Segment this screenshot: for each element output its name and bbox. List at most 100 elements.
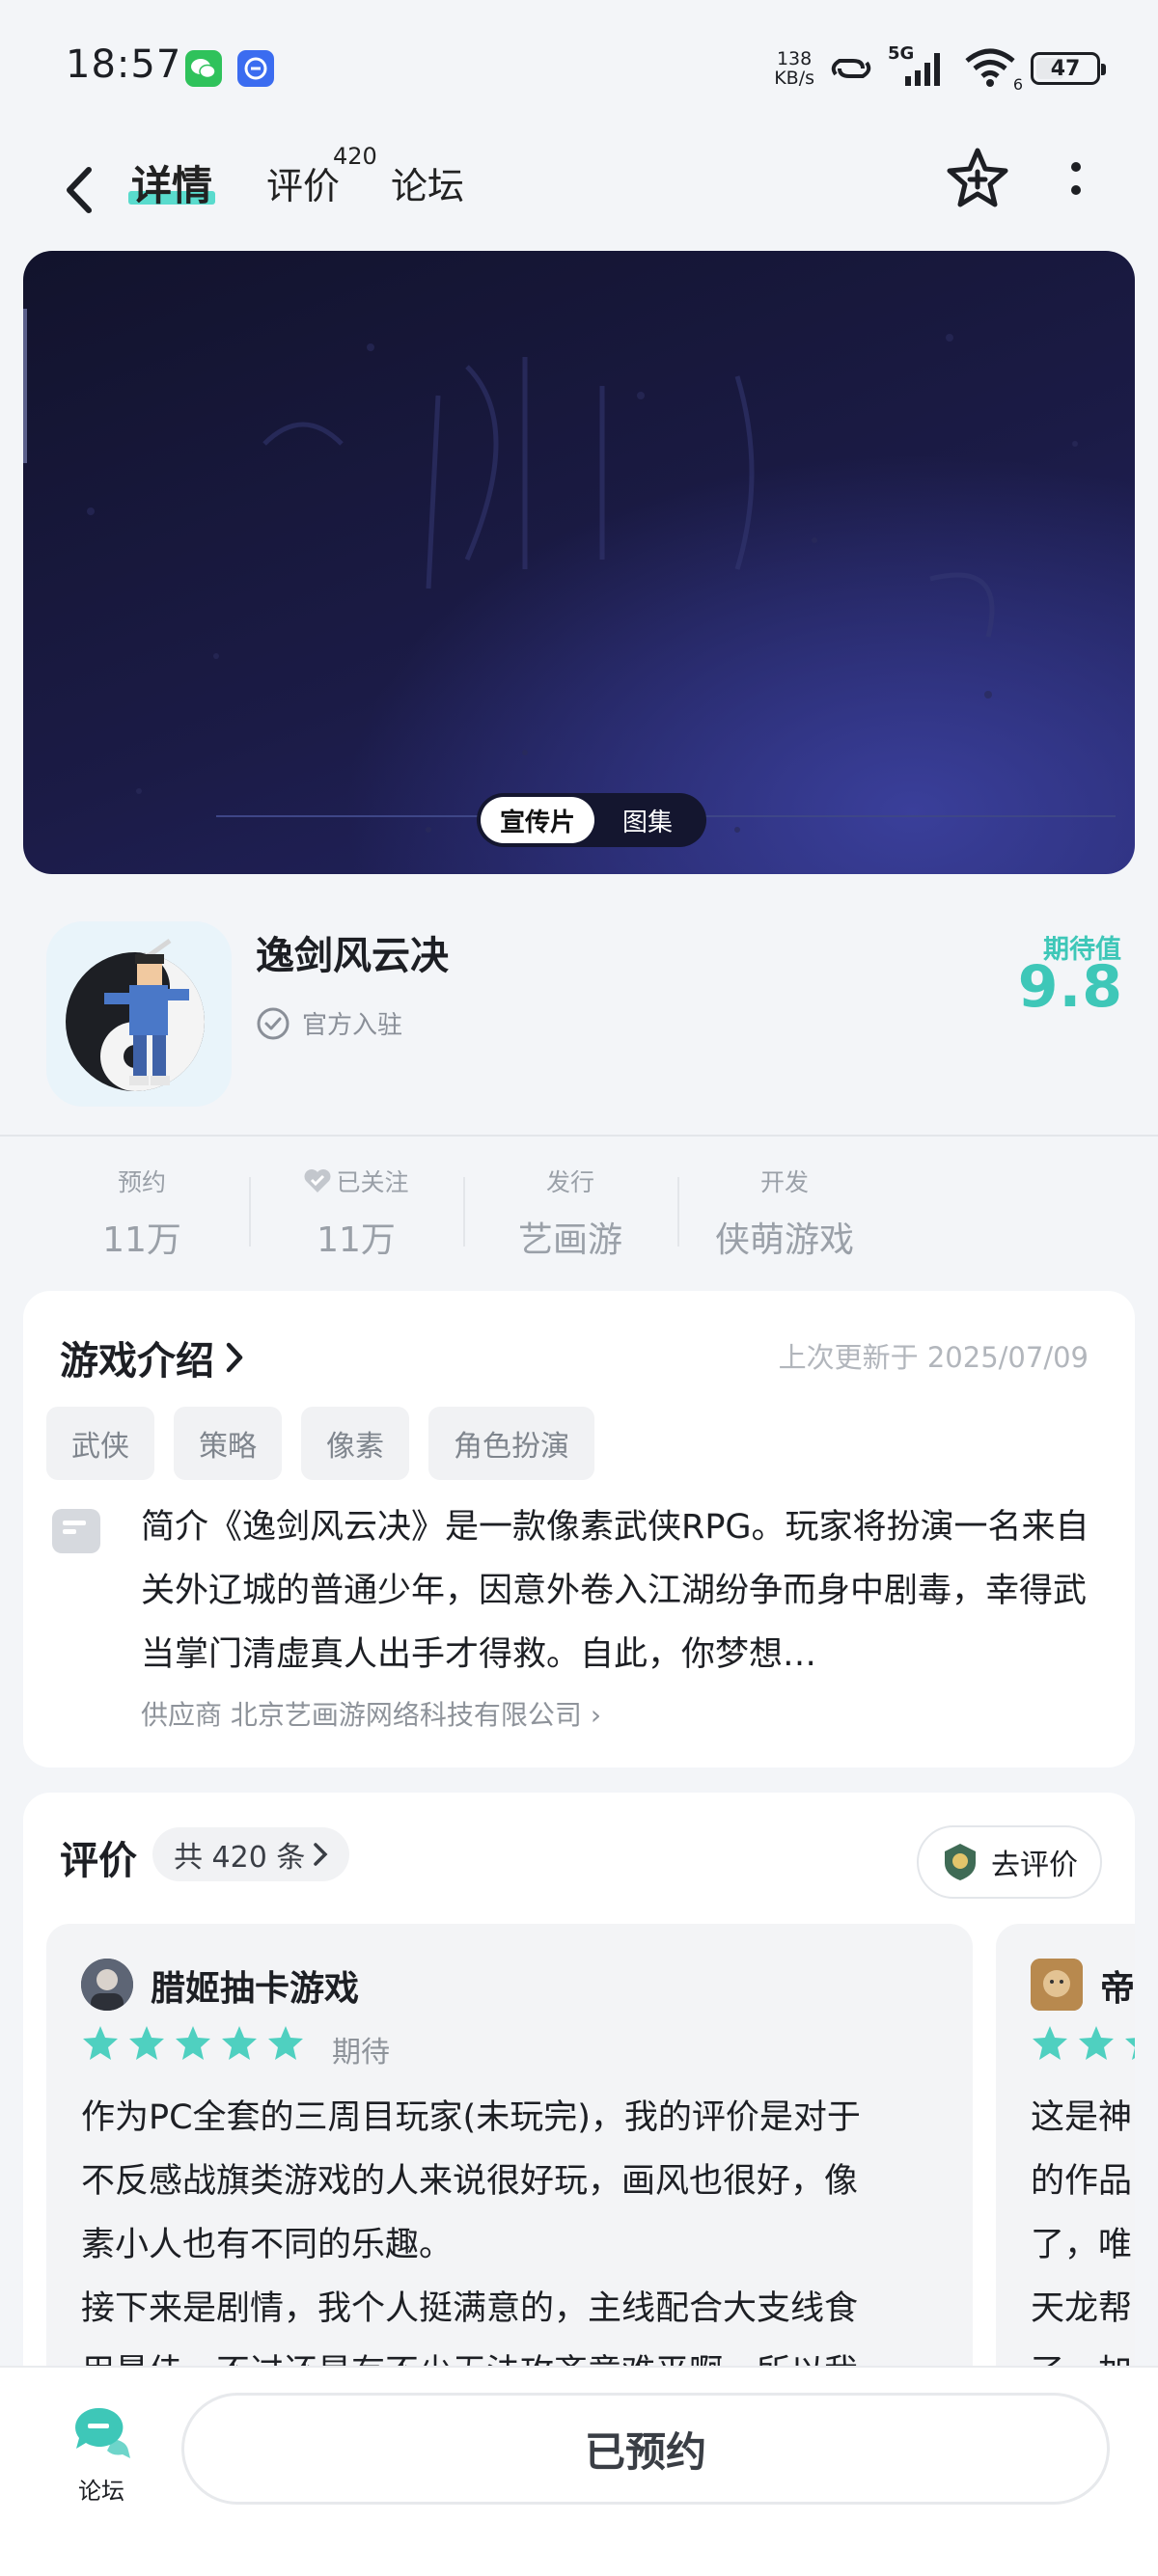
section-divider [0, 1135, 1158, 1137]
stat-value: 11万 [102, 1220, 181, 1260]
tag-pixel[interactable]: 像素 [301, 1407, 409, 1480]
more-dot-icon [1071, 185, 1081, 195]
promo-video-tab[interactable]: 宣传片 [481, 797, 594, 843]
tag-rpg[interactable]: 角色扮演 [428, 1407, 594, 1480]
tag-list: 武侠 策略 像素 角色扮演 [46, 1407, 594, 1480]
review-count-button[interactable]: 共 420 条 [152, 1827, 350, 1881]
status-indicators: 138 KB/s 5G 6 47 [774, 43, 1106, 94]
update-date: 上次更新于 2025/07/09 [778, 1341, 1089, 1374]
battery-icon: 47 [1031, 52, 1106, 85]
review-line: 的作品 [1031, 2162, 1133, 2201]
link-app-icon [237, 50, 274, 87]
reserved-button[interactable]: 已预约 [181, 2393, 1110, 2505]
check-circle-icon [257, 1007, 290, 1039]
star-plus-icon [947, 148, 1008, 207]
gallery-tab[interactable]: 图集 [594, 797, 701, 843]
stat-publisher[interactable]: 发行 艺画游 [463, 1158, 677, 1264]
review-count-badge: 420 [333, 143, 377, 170]
game-stats: 预约 11万 已关注 11万 发行 艺画游 开发 侠萌游戏 [35, 1158, 894, 1264]
forum-chat-icon [75, 2407, 130, 2458]
wifi-badge: 6 [1012, 75, 1023, 94]
favorite-button[interactable] [944, 145, 1011, 212]
forum-label: 论坛 [78, 2478, 124, 2505]
star-icon [222, 2026, 257, 2060]
stat-label: 发行 [545, 1168, 594, 1196]
stat-value: 11万 [317, 1220, 396, 1260]
chevron-right-icon [314, 1843, 328, 1866]
tab-reviews-label: 评价 [266, 164, 341, 207]
stat-developer[interactable]: 开发 侠萌游戏 [677, 1158, 892, 1264]
stat-label: 已关注 [336, 1168, 409, 1196]
chevron-left-icon [67, 167, 92, 213]
bottom-action-bar: 论坛 已预约 [0, 2366, 1158, 2576]
star-icon [176, 2026, 210, 2060]
cellular-signal-icon: 5G [888, 43, 950, 90]
expectation-score: 9.8 [1017, 953, 1123, 1021]
rating-tag: 期待 [332, 2036, 390, 2069]
stat-followed[interactable]: 已关注 11万 [249, 1158, 463, 1264]
heart-check-icon [304, 1169, 331, 1192]
stat-label: 开发 [759, 1168, 809, 1196]
game-intro-card: 游戏介绍 上次更新于 2025/07/09 武侠 策略 像素 角色扮演 简介《逸… [23, 1291, 1135, 1768]
review-line: 接下来是剧情，我个人挺满意的，主线配合大支线食 [81, 2289, 859, 2328]
official-label: 官方入驻 [302, 1011, 403, 1040]
tab-reviews[interactable]: 评价 [266, 149, 340, 216]
game-icon [46, 921, 232, 1107]
star-rating [81, 2024, 305, 2063]
stat-label: 预约 [117, 1168, 166, 1196]
star-icon [1125, 2038, 1135, 2060]
video-frame-art [23, 309, 1078, 833]
tab-details-label: 详情 [131, 161, 213, 209]
tab-details[interactable]: 详情 [131, 149, 212, 216]
emblem-icon [945, 1844, 976, 1880]
document-icon [52, 1509, 100, 1553]
write-review-label: 去评价 [991, 1849, 1078, 1882]
wifi-icon: 6 [963, 47, 1023, 94]
intro-title[interactable]: 游戏介绍 [60, 1329, 245, 1385]
review-text: 作为PC全套的三周目玩家(未玩完)，我的评价是对于 不反感战旗类游戏的人来说很好… [81, 2086, 950, 2404]
stat-value: 艺画游 [517, 1220, 622, 1260]
supplier-link[interactable]: 供应商 北京艺画游网络科技有限公司 › [141, 1694, 601, 1733]
net-speed-unit: KB/s [774, 68, 814, 89]
net-speed: 138 KB/s [774, 49, 814, 88]
star-icon [129, 2026, 164, 2060]
reviews-title: 评价 [60, 1839, 137, 1883]
intro-title-label: 游戏介绍 [60, 1339, 214, 1384]
reviewer-name[interactable]: 帝 [1100, 1960, 1135, 2011]
promo-video-player[interactable]: 宣传片 图集 [23, 251, 1135, 874]
hotspot-link-icon [831, 59, 871, 78]
tab-forum-label: 论坛 [391, 164, 465, 207]
net-speed-value: 138 [776, 48, 813, 69]
more-dot-icon [1071, 162, 1081, 172]
star-icon [1079, 2026, 1114, 2060]
back-button[interactable] [50, 156, 108, 224]
stat-reservations: 预约 11万 [35, 1158, 249, 1264]
tab-forum[interactable]: 论坛 [391, 149, 464, 216]
forum-button[interactable]: 论坛 [58, 2404, 145, 2510]
chevron-right-icon [226, 1342, 243, 1373]
battery-level: 47 [1050, 56, 1081, 81]
wechat-icon [185, 50, 222, 87]
review-count-label: 共 420 条 [174, 1841, 306, 1875]
intro-description[interactable]: 简介《逸剑风云决》是一款像素武侠RPG。玩家将扮演一名来自关外辽城的普通少年，因… [141, 1495, 1096, 1686]
review-text: 这是神 的作品 了，唯 天龙帮 了，加 [1031, 2086, 1135, 2404]
supplier-label: 供应商 北京艺画游网络科技有限公司 [141, 1699, 582, 1731]
status-time: 18:57 [66, 42, 182, 87]
write-review-button[interactable]: 去评价 [917, 1825, 1102, 1899]
star-rating [1031, 2024, 1135, 2063]
avatar[interactable] [81, 1959, 133, 2011]
review-line: 素小人也有不同的乐趣。 [81, 2226, 454, 2264]
reviewer-name[interactable]: 腊姬抽卡游戏 [151, 1960, 359, 2011]
more-options-button[interactable] [1057, 145, 1095, 212]
network-type: 5G [888, 43, 915, 64]
avatar[interactable] [1031, 1959, 1083, 2011]
star-icon [1033, 2026, 1067, 2060]
official-badge: 官方入驻 [256, 1005, 402, 1041]
tag-wuxia[interactable]: 武侠 [46, 1407, 154, 1480]
review-line: 这是神 [1031, 2098, 1133, 2137]
game-title: 逸剑风云决 [256, 934, 449, 978]
media-type-toggle: 宣传片 图集 [477, 793, 706, 847]
stat-value: 侠萌游戏 [714, 1220, 854, 1260]
tag-strategy[interactable]: 策略 [174, 1407, 282, 1480]
star-icon [268, 2026, 303, 2060]
